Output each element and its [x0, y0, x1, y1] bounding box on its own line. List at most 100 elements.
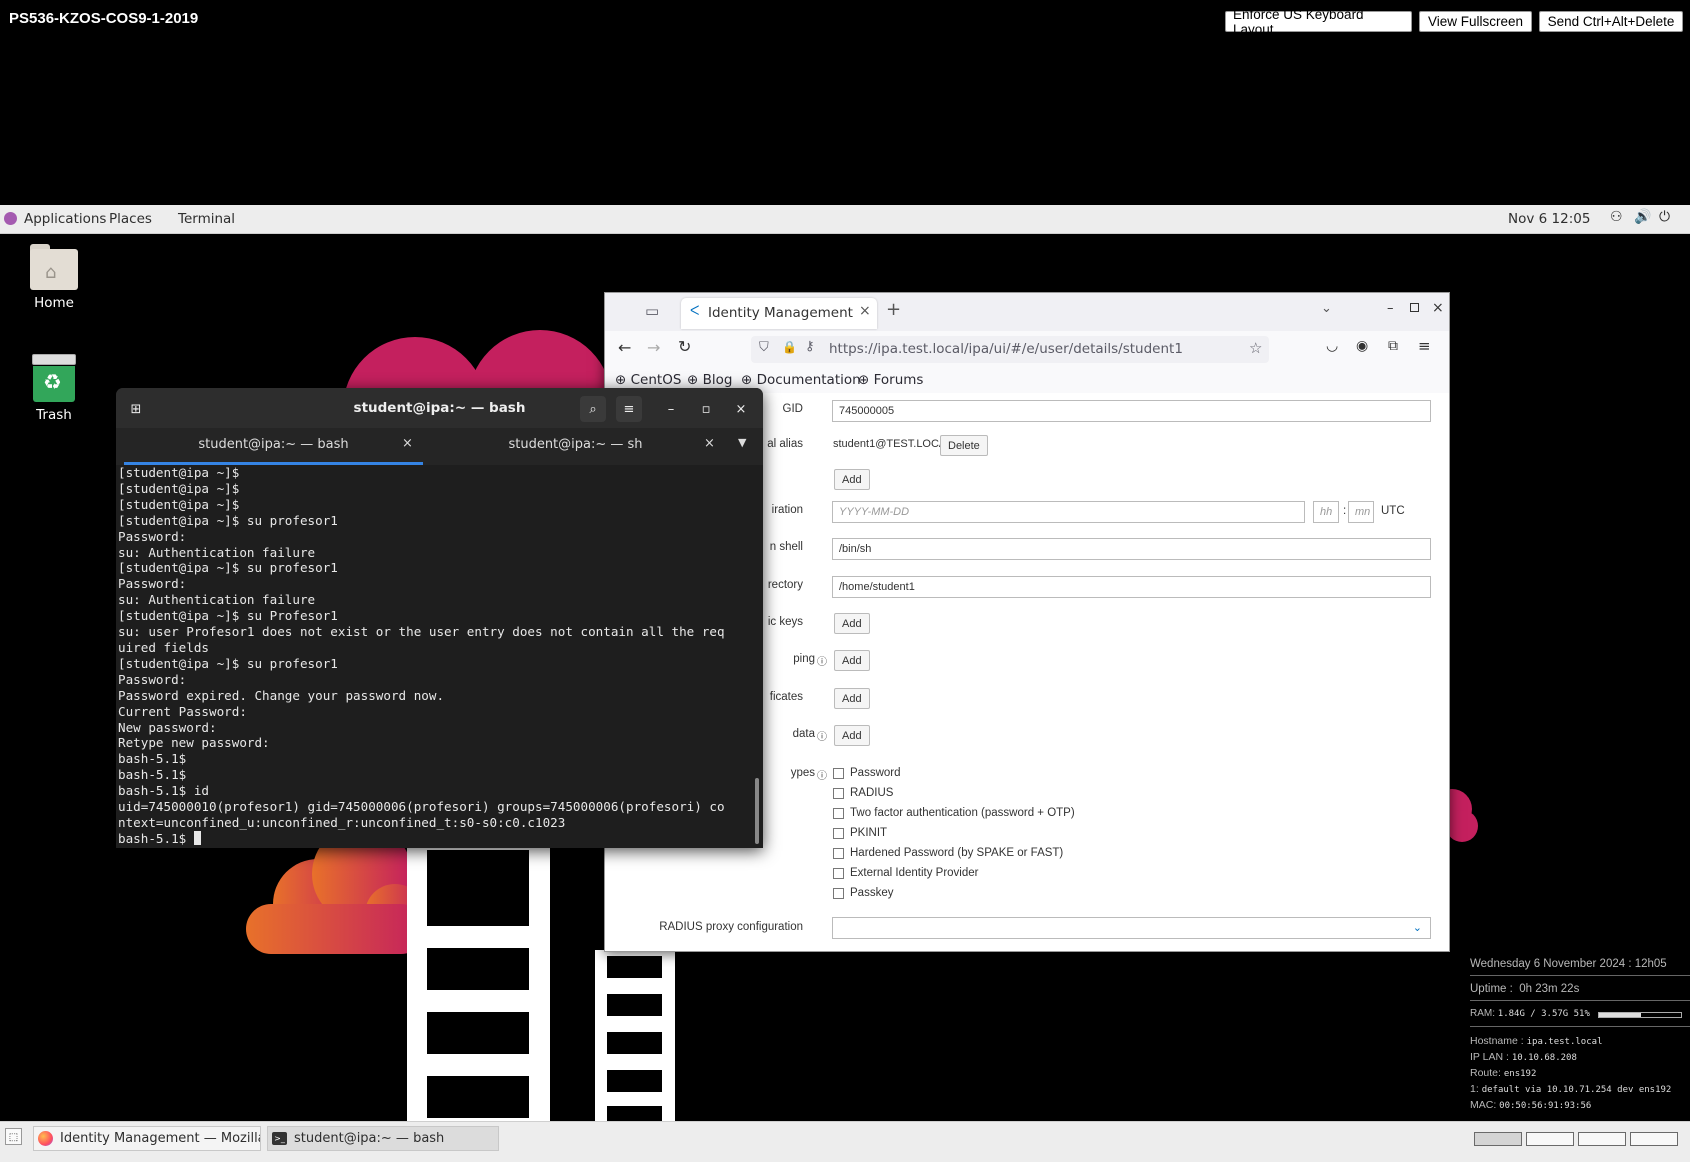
expiration-date-input[interactable]: YYYY-MM-DD	[832, 501, 1305, 523]
route1-label: 1:	[1470, 1083, 1479, 1095]
hamburger-menu-icon[interactable]: ≡	[616, 396, 642, 422]
terminal-line: Password:	[118, 528, 187, 544]
auth-type-hardened-checkbox[interactable]: Hardened Password (by SPAKE or FAST)	[833, 847, 1063, 859]
extensions-icon[interactable]: ⧉	[1388, 338, 1398, 354]
ladder-left	[407, 844, 550, 1121]
conky-ram: RAM: 1.84G / 3.57G 51%	[1470, 1008, 1690, 1021]
trash-icon-label[interactable]: Trash	[14, 407, 94, 423]
app-menu-icon[interactable]: ≡	[1418, 337, 1431, 355]
bookmark-forums-label: Forums	[873, 372, 924, 388]
bookmark-blog[interactable]: ⊕ Blog	[687, 372, 732, 388]
conky-ip-lan: IP LAN : 10.10.68.208	[1470, 1050, 1690, 1066]
auth-type-radius-checkbox[interactable]: RADIUS	[833, 787, 893, 799]
auth-type-pkinit-checkbox[interactable]: PKINIT	[833, 827, 887, 839]
pocket-icon[interactable]: ◡	[1326, 338, 1338, 354]
taskbar-firefox-label: Identity Management — Mozilla Fi...	[60, 1131, 260, 1146]
terminal-scrollbar[interactable]	[755, 778, 759, 844]
terminal-icon: >_	[272, 1132, 287, 1145]
bookmark-forums[interactable]: ⊕ Forums	[858, 372, 923, 388]
account-icon[interactable]: ◉	[1356, 338, 1368, 354]
applications-menu[interactable]: Applications	[24, 211, 106, 227]
add-ssh-key-button[interactable]: Add	[834, 613, 870, 634]
close-tab-icon[interactable]: ×	[704, 436, 715, 451]
expiration-minute-input[interactable]: mn	[1348, 501, 1374, 523]
gid-input[interactable]: 745000005	[832, 400, 1431, 422]
tab-identity-management[interactable]: ᐸ Identity Management ×	[681, 298, 877, 329]
add-certificate-button[interactable]: Add	[834, 688, 870, 709]
bookmark-centos[interactable]: ⊕ CentOS	[615, 372, 681, 388]
taskbar-terminal[interactable]: >_ student@ipa:~ — bash	[267, 1126, 499, 1151]
trash-icon[interactable]: ♻	[32, 354, 76, 402]
taskbar-firefox[interactable]: Identity Management — Mozilla Fi...	[33, 1126, 261, 1151]
workspace-3[interactable]	[1578, 1132, 1626, 1146]
auth-type-otp-checkbox[interactable]: Two factor authentication (password + OT…	[833, 807, 1075, 819]
new-tab-icon[interactable]: +	[886, 299, 901, 320]
expiration-hour-input[interactable]: hh	[1313, 501, 1339, 523]
checkbox-label: Password	[850, 767, 901, 779]
url-bar[interactable]: ⛉ 🔒 ⚷ https://ipa.test.local/ipa/ui/#/e/…	[751, 336, 1269, 363]
add-alias-button[interactable]: Add	[834, 469, 870, 490]
auth-type-password-checkbox[interactable]: Password	[833, 767, 901, 779]
add-certificate-mapping-button[interactable]: Add	[834, 650, 870, 671]
terminal-line: bash-5.1$	[118, 830, 753, 847]
maximize-icon[interactable]	[1410, 303, 1419, 312]
terminal-tab-sh[interactable]: student@ipa:~ — sh ×	[426, 428, 725, 465]
login-shell-input[interactable]: /bin/sh	[832, 538, 1431, 560]
home-icon-label[interactable]: Home	[14, 295, 94, 311]
volume-icon[interactable]: 🔊	[1634, 209, 1651, 225]
close-window-icon[interactable]: ×	[1432, 300, 1444, 316]
enforce-keyboard-layout-button[interactable]: Enforce US Keyboard Layout	[1225, 7, 1412, 37]
minimize-icon[interactable]: –	[1387, 301, 1394, 316]
terminal-line: su: Authentication failure	[118, 592, 316, 608]
workspace-1[interactable]	[1474, 1132, 1522, 1146]
bottom-taskbar: ⬚ Identity Management — Mozilla Fi... >_…	[0, 1121, 1690, 1162]
auth-type-idp-checkbox[interactable]: External Identity Provider	[833, 867, 978, 879]
close-icon[interactable]: ×	[728, 396, 754, 422]
minimize-icon[interactable]: –	[658, 396, 684, 422]
firefox-view-icon[interactable]: ▭	[645, 302, 659, 320]
terminal-menu[interactable]: Terminal	[178, 211, 235, 227]
network-icon[interactable]: ⚇	[1610, 209, 1623, 225]
bookmark-star-icon[interactable]: ☆	[1249, 339, 1262, 357]
url-text[interactable]: https://ipa.test.local/ipa/ui/#/e/user/d…	[829, 341, 1183, 357]
radius-proxy-select[interactable]: ⌄	[832, 917, 1431, 939]
add-passkey-button[interactable]: Add	[834, 725, 870, 746]
workspace-2[interactable]	[1526, 1132, 1574, 1146]
maximize-icon[interactable]: ▫	[693, 396, 719, 422]
search-icon[interactable]: ⌕	[580, 396, 606, 422]
view-fullscreen-button[interactable]: View Fullscreen	[1419, 11, 1532, 32]
ipa-favicon-icon: ᐸ	[690, 304, 700, 319]
places-menu[interactable]: Places	[109, 211, 152, 227]
permissions-key-icon[interactable]: ⚷	[805, 339, 815, 354]
forward-icon[interactable]: →	[647, 338, 660, 357]
terminal-tab-bash[interactable]: student@ipa:~ — bash ×	[124, 428, 423, 465]
home-folder-icon[interactable]: ⌂	[30, 244, 78, 290]
passkey-data-label: data	[792, 728, 815, 740]
applications-logo-icon	[4, 212, 17, 225]
bookmark-documentation[interactable]: ⊕ Documentation	[741, 372, 861, 388]
workspace-4[interactable]	[1630, 1132, 1678, 1146]
route-value: ens192	[1503, 1069, 1537, 1079]
globe-icon: ⊕	[615, 372, 627, 388]
tracking-shield-icon[interactable]: ⛉	[759, 340, 769, 355]
auth-type-passkey-checkbox[interactable]: Passkey	[833, 887, 893, 899]
bookmark-documentation-label: Documentation	[756, 372, 861, 388]
terminal-line: [student@ipa ~]$ su profesor1	[118, 655, 338, 671]
show-desktop-icon[interactable]: ⬚	[5, 1128, 22, 1145]
close-tab-icon[interactable]: ×	[859, 303, 871, 319]
terminal-line: [student@ipa ~]$	[118, 496, 240, 512]
delete-alias-button[interactable]: Delete	[940, 435, 988, 456]
lock-icon[interactable]: 🔒	[782, 340, 797, 354]
close-tab-icon[interactable]: ×	[402, 436, 413, 451]
back-icon[interactable]: ←	[618, 338, 631, 357]
firefox-tab-bar: ▭ ᐸ Identity Management × + ⌄ – ×	[605, 293, 1449, 331]
terminal-output[interactable]: [student@ipa ~]$ [student@ipa ~]$ [student…	[116, 465, 753, 848]
tab-list-dropdown-icon[interactable]: ▼	[738, 436, 746, 449]
send-ctrl-alt-delete-button[interactable]: Send Ctrl+Alt+Delete	[1539, 11, 1683, 32]
home-directory-input[interactable]: /home/student1	[832, 576, 1431, 598]
clock[interactable]: Nov 6 12:05	[1508, 211, 1590, 227]
checkbox-label: Hardened Password (by SPAKE or FAST)	[850, 847, 1064, 859]
reload-icon[interactable]: ↻	[678, 337, 691, 356]
list-tabs-chevron-down-icon[interactable]: ⌄	[1321, 301, 1332, 316]
power-icon[interactable]: ⏻	[1659, 209, 1670, 225]
